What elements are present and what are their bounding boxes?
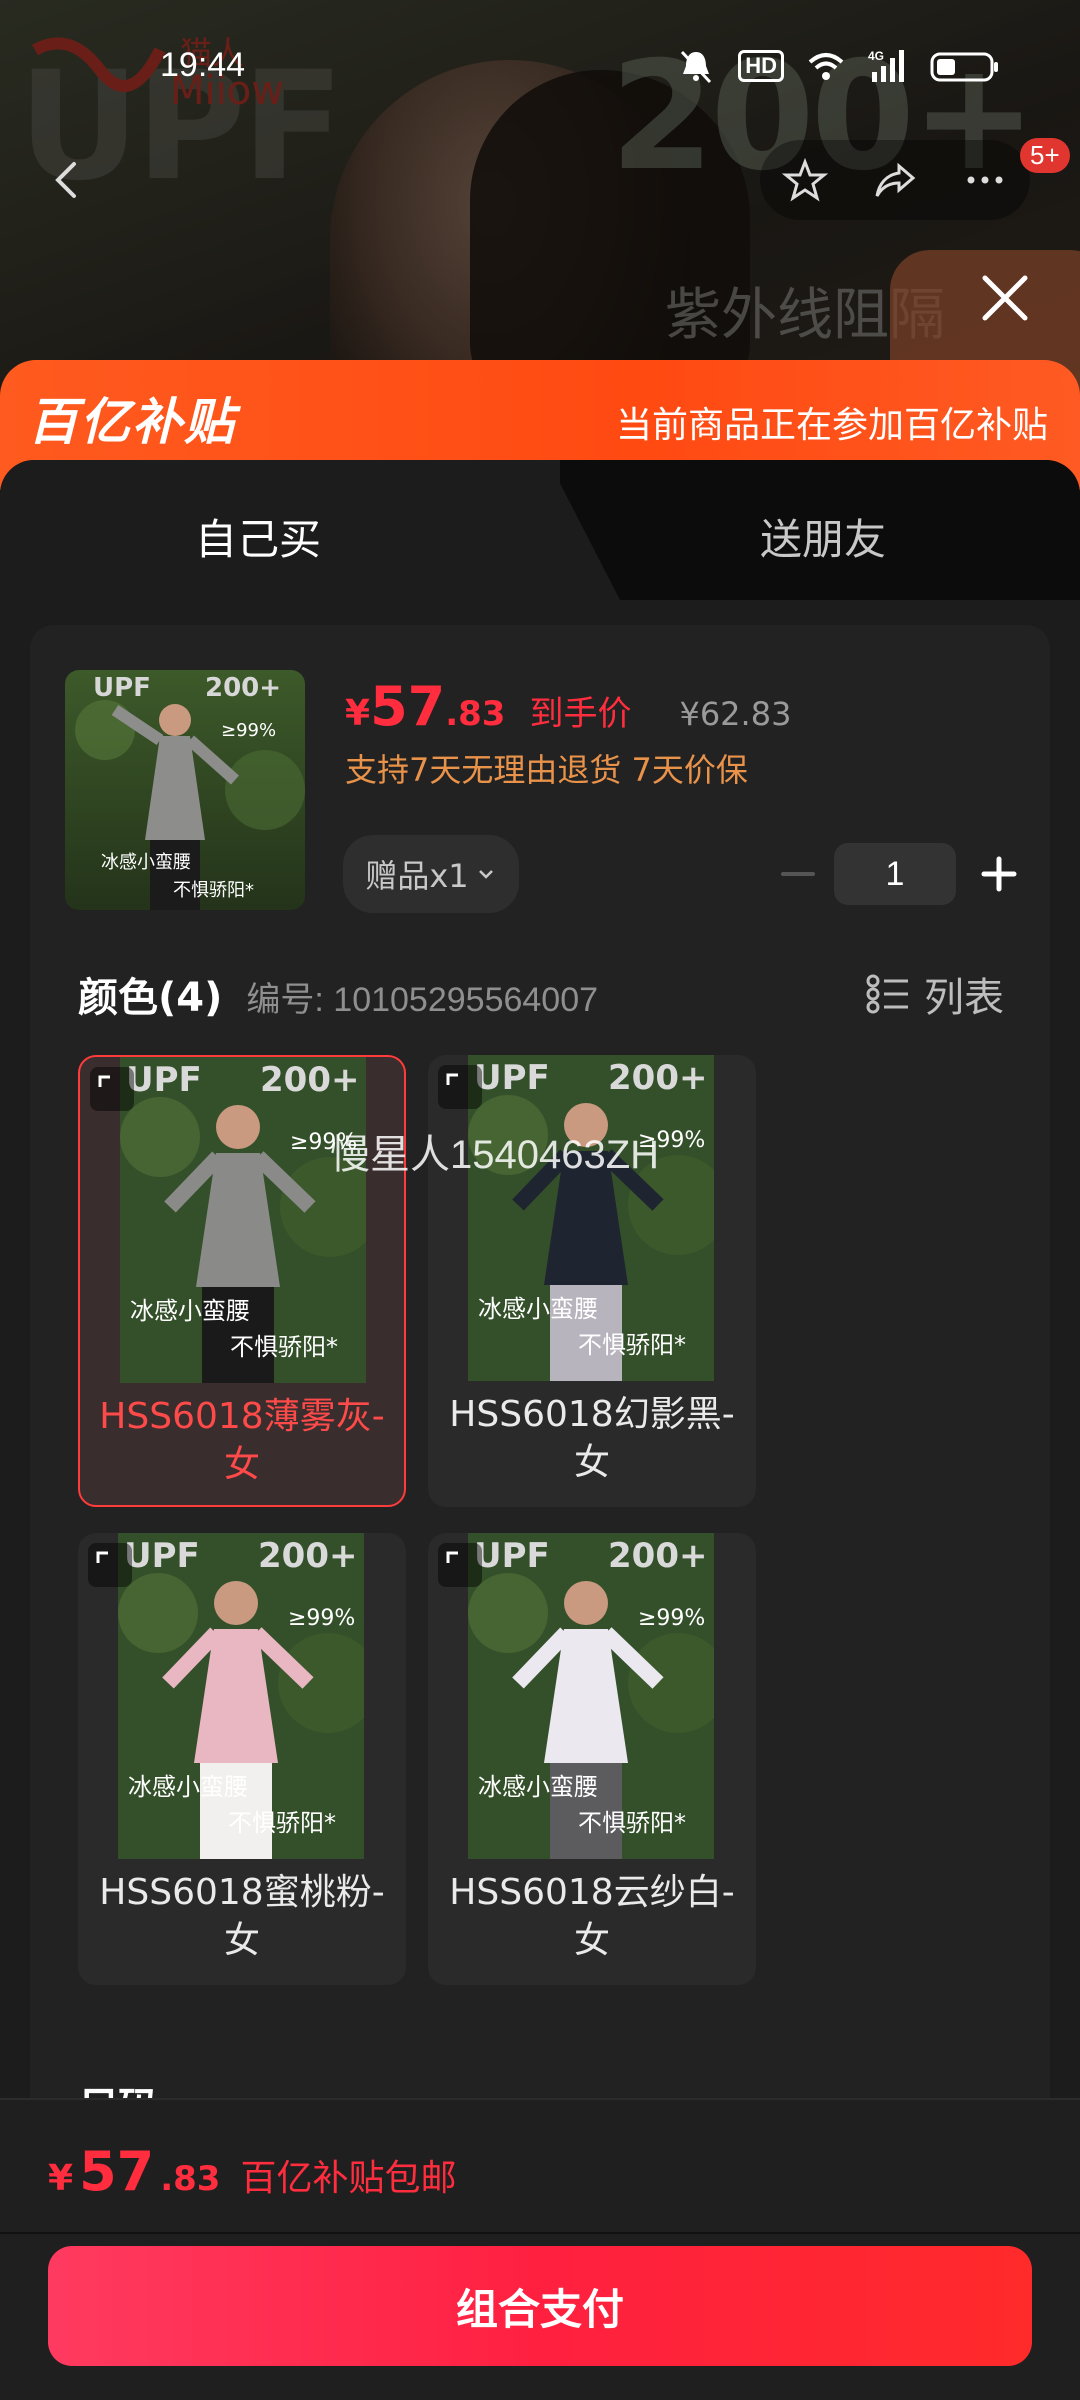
list-icon: [866, 974, 908, 1014]
subsidy-banner-text: 当前商品正在参加百亿补贴: [615, 405, 1048, 446]
opt-count: 200+: [260, 1060, 359, 1100]
increase-quantity-button[interactable]: [976, 851, 1022, 897]
tab-buy-self-label: 自己买: [195, 515, 322, 564]
hd-icon: HD: [738, 50, 784, 82]
color-option-image: UPF 200+ ≥99% 冰感小蛮腰 不惧骄阳*: [120, 1057, 366, 1383]
color-option-image: UPF 200+ ≥99% 冰感小蛮腰 不惧骄阳*: [468, 1533, 714, 1859]
username-watermark: 慢星人1540463ZH: [330, 1133, 660, 1177]
close-icon[interactable]: [975, 268, 1035, 328]
subsidy-logo: 百亿补贴: [28, 393, 236, 451]
chevron-down-icon: [478, 870, 493, 879]
more-button[interactable]: [957, 152, 1013, 208]
service-guarantee: 支持7天无理由退货 7天价保: [345, 751, 748, 789]
expand-icon[interactable]: [88, 1543, 132, 1587]
product-code: 编号: 10105295564007: [246, 981, 599, 1019]
share-icon: [875, 162, 916, 197]
opt-caption1: 冰感小蛮腰: [478, 1295, 598, 1323]
gift-label: 赠品x1: [365, 857, 469, 895]
signal-icon: 4G: [868, 49, 904, 82]
opt-upf: UPF: [124, 1536, 200, 1576]
favorite-button[interactable]: [777, 152, 833, 208]
notification-badge: 5+: [1020, 138, 1070, 173]
thumb-upf: UPF: [93, 673, 151, 703]
combined-pay-button[interactable]: 组合支付: [48, 2246, 1032, 2366]
more-dots-icon: [967, 176, 1003, 184]
share-button[interactable]: [867, 152, 923, 208]
opt-caption1: 冰感小蛮腰: [128, 1773, 248, 1801]
color-option-label: HSS6018幻影黑-女: [449, 1394, 735, 1483]
price-symbol: ¥: [345, 693, 371, 734]
color-option[interactable]: UPF 200+ ≥99% 冰感小蛮腰 不惧骄阳* HSS6018蜜桃粉-女: [78, 1533, 406, 1985]
opt-rate: ≥99%: [288, 1606, 355, 1631]
opt-upf: UPF: [126, 1060, 202, 1100]
opt-upf: UPF: [474, 1058, 550, 1098]
color-option-label: HSS6018云纱白-女: [449, 1872, 735, 1961]
color-option-image: UPF 200+ ≥99% 冰感小蛮腰 不惧骄阳*: [118, 1533, 364, 1859]
network-type: 4G: [868, 49, 884, 63]
opt-caption2: 不惧骄阳*: [228, 1809, 336, 1837]
product-thumbnail[interactable]: UPF 200+ ≥99% 冰感小蛮腰 不惧骄阳*: [65, 670, 305, 910]
color-option-image: UPF 200+ ≥99% 冰感小蛮腰 不惧骄阳*: [468, 1055, 714, 1381]
opt-caption2: 不惧骄阳*: [230, 1333, 338, 1361]
total-price-decimal: .83: [160, 2159, 221, 2199]
thumb-caption1: 冰感小蛮腰: [101, 852, 191, 873]
list-view-toggle[interactable]: 列表: [866, 965, 1004, 1023]
tab-gift-friend-label: 送朋友: [760, 515, 887, 564]
divider: [0, 2232, 1080, 2234]
thumb-rate: ≥99%: [221, 720, 276, 741]
price-integer: 57: [370, 675, 446, 738]
status-time: 19:44: [160, 46, 246, 84]
price-label: 到手价: [529, 694, 632, 734]
expand-icon[interactable]: [438, 1065, 482, 1109]
opt-caption1: 冰感小蛮腰: [130, 1297, 250, 1325]
nav-actions: [760, 140, 1030, 220]
top-nav: 5+: [0, 138, 1080, 220]
opt-caption2: 不惧骄阳*: [578, 1331, 686, 1359]
status-bar: 19:44 HD 4G: [0, 40, 1080, 104]
list-toggle-label: 列表: [924, 975, 1004, 1021]
price-decimal: .83: [445, 694, 506, 734]
purchase-tabs: 自己买 送朋友: [0, 460, 1080, 600]
total-price: ¥ 57 .83 百亿补贴包邮: [48, 2140, 456, 2203]
opt-rate: ≥99%: [638, 1606, 705, 1631]
color-option[interactable]: UPF 200+ ≥99% 冰感小蛮腰 不惧骄阳* HSS6018云纱白-女: [428, 1533, 756, 1985]
checkout-bar: ¥ 57 .83 百亿补贴包邮 组合支付: [0, 2098, 1080, 2400]
price-row: ¥57.83 到手价 ¥62.83: [345, 675, 791, 738]
opt-count: 200+: [608, 1536, 707, 1576]
color-section-header: 颜色(4) 编号: 10105295564007: [78, 965, 598, 1023]
back-arrow-icon[interactable]: [40, 152, 96, 208]
decrease-quantity-button[interactable]: [775, 851, 821, 897]
battery-icon: [930, 52, 998, 82]
thumb-caption2: 不惧骄阳*: [173, 880, 254, 901]
color-option-label: HSS6018蜜桃粉-女: [99, 1872, 385, 1961]
opt-count: 200+: [608, 1058, 707, 1098]
gift-dropdown[interactable]: 赠品x1: [343, 835, 519, 913]
shipping-note: 百亿补贴包邮: [240, 2158, 457, 2199]
original-price: ¥62.83: [679, 695, 792, 733]
color-title: 颜色(4): [78, 975, 223, 1021]
opt-caption1: 冰感小蛮腰: [478, 1773, 598, 1801]
status-icons: HD 4G: [676, 48, 1000, 84]
expand-icon[interactable]: [438, 1543, 482, 1587]
total-price-integer: 57: [79, 2140, 155, 2203]
quantity-field[interactable]: 1: [834, 843, 956, 905]
total-price-symbol: ¥: [48, 2158, 74, 2199]
opt-caption2: 不惧骄阳*: [578, 1809, 686, 1837]
mute-bell-icon: [681, 50, 712, 84]
expand-icon[interactable]: [90, 1067, 134, 1111]
wifi-icon: [808, 53, 844, 80]
opt-count: 200+: [258, 1536, 357, 1576]
star-icon: [781, 157, 829, 202]
color-option-label: HSS6018薄雾灰-女: [99, 1396, 385, 1485]
product-thumbnail-image: UPF 200+ ≥99% 冰感小蛮腰 不惧骄阳*: [65, 670, 305, 910]
opt-upf: UPF: [474, 1536, 550, 1576]
thumb-count: 200+: [205, 673, 281, 703]
